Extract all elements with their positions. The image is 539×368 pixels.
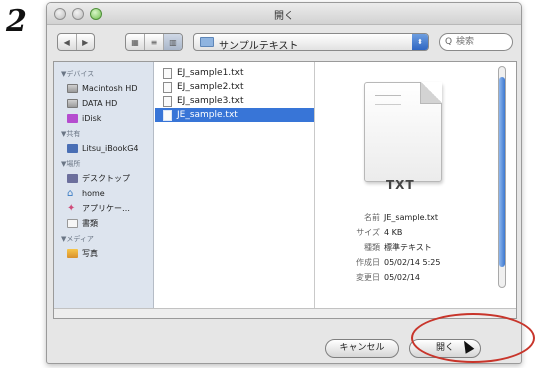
text-file-icon	[163, 109, 172, 121]
info-value: JE_sample.txt	[384, 213, 439, 222]
sidebar-item-data-hd[interactable]: DATA HD	[54, 96, 153, 111]
sidebar-item-home[interactable]: ⌂ home	[54, 186, 153, 201]
info-key: 作成日	[356, 258, 380, 267]
location-popup[interactable]: サンプルテキスト ⬍	[193, 33, 429, 52]
vertical-scrollbar[interactable]	[498, 66, 506, 288]
preview-pane: TXT 名前 JE_sample.txt サイズ 4 KB 種類 標準テキスト 作成日…	[316, 62, 508, 318]
info-key: 変更日	[356, 273, 380, 282]
hard-disk-icon	[67, 99, 78, 108]
hard-disk-icon	[67, 84, 78, 93]
sidebar-item-idisk[interactable]: iDisk	[54, 111, 153, 126]
column-view-button[interactable]: ▥	[164, 34, 182, 50]
folder-icon	[200, 37, 214, 47]
sidebar-item-label: アプリケー…	[82, 204, 130, 213]
sidebar-item-label: デスクトップ	[82, 174, 130, 183]
sidebar-item-photos[interactable]: 写真	[54, 246, 153, 261]
page-fold	[420, 82, 442, 104]
info-row-name: 名前 JE_sample.txt	[328, 212, 486, 223]
sidebar-item-macintosh-hd[interactable]: Macintosh HD	[54, 81, 153, 96]
text-lines	[375, 95, 401, 105]
photos-icon	[67, 249, 78, 258]
info-value: 05/02/14	[384, 273, 420, 282]
info-value: 05/02/14 5:25	[384, 258, 441, 267]
info-key: サイズ	[356, 228, 380, 237]
open-dialog: 開く ◀ ▶ ▦ ≡ ▥ サンプルテキスト ⬍ Q ▼デバイス Macintos…	[46, 2, 522, 364]
sidebar-item-litsu-ibook[interactable]: Litsu_iBookG4	[54, 141, 153, 156]
view-mode-control: ▦ ≡ ▥	[125, 33, 183, 51]
info-key: 種類	[364, 243, 380, 252]
home-icon: ⌂	[67, 188, 74, 199]
documents-icon	[67, 219, 78, 228]
sidebar-item-label: Macintosh HD	[82, 84, 138, 93]
window-title: 開く	[274, 11, 294, 22]
location-label: サンプルテキスト	[219, 41, 299, 52]
scrollbar-thumb[interactable]	[499, 77, 505, 267]
file-row[interactable]: EJ_sample1.txt	[155, 66, 314, 80]
highlight-circle	[411, 313, 535, 363]
sidebar-heading-places[interactable]: ▼場所	[54, 156, 153, 171]
title-bar: 開く	[47, 3, 521, 25]
file-name: JE_sample.txt	[177, 110, 238, 120]
forward-button[interactable]: ▶	[77, 34, 95, 50]
file-name: EJ_sample3.txt	[177, 96, 244, 106]
info-row-modified: 変更日 05/02/14	[328, 272, 486, 283]
info-row-size: サイズ 4 KB	[328, 227, 486, 238]
text-file-icon	[163, 67, 172, 79]
file-row-selected[interactable]: JE_sample.txt	[155, 108, 314, 122]
back-button[interactable]: ◀	[58, 34, 77, 50]
search-input[interactable]	[456, 35, 510, 49]
cancel-button[interactable]: キャンセル	[325, 339, 399, 358]
sidebar-item-label: iDisk	[82, 114, 102, 123]
file-row[interactable]: EJ_sample3.txt	[155, 94, 314, 108]
back-forward-control: ◀ ▶	[57, 33, 95, 51]
step-number: 2	[6, 4, 27, 39]
sidebar-item-desktop[interactable]: デスクトップ	[54, 171, 153, 186]
icon-view-button[interactable]: ▦	[126, 34, 145, 50]
sidebar-heading-media[interactable]: ▼メディア	[54, 231, 153, 246]
sidebar-item-label: Litsu_iBookG4	[82, 144, 139, 153]
sidebar-heading-shared[interactable]: ▼共有	[54, 126, 153, 141]
text-file-icon	[163, 81, 172, 93]
sidebar-heading-devices[interactable]: ▼デバイス	[54, 66, 153, 81]
search-field: Q	[439, 33, 513, 51]
file-name: EJ_sample1.txt	[177, 68, 244, 78]
info-value: 標準テキスト	[384, 243, 432, 252]
sidebar: ▼デバイス Macintosh HD DATA HD iDisk ▼共有 Lit…	[54, 62, 154, 318]
document-preview-icon	[364, 82, 442, 182]
file-info: 名前 JE_sample.txt サイズ 4 KB 種類 標準テキスト 作成日 05/0…	[328, 212, 486, 287]
idisk-icon	[67, 114, 78, 123]
toolbar: ◀ ▶ ▦ ≡ ▥ サンプルテキスト ⬍ Q	[47, 26, 521, 56]
sidebar-item-applications[interactable]: ✦ アプリケー…	[54, 201, 153, 216]
text-file-icon	[163, 95, 172, 107]
popup-arrows-icon: ⬍	[412, 34, 428, 50]
info-row-created: 作成日 05/02/14 5:25	[328, 257, 486, 268]
sidebar-item-label: DATA HD	[82, 99, 118, 108]
file-column: EJ_sample1.txt EJ_sample2.txt EJ_sample3…	[155, 62, 315, 318]
info-value: 4 KB	[384, 228, 403, 237]
info-row-kind: 種類 標準テキスト	[328, 242, 486, 253]
info-key: 名前	[364, 213, 380, 222]
sidebar-item-label: 書類	[82, 219, 98, 228]
sidebar-item-label: 写真	[82, 249, 98, 258]
file-type-label: TXT	[386, 178, 415, 192]
shared-computer-icon	[67, 144, 78, 153]
file-name: EJ_sample2.txt	[177, 82, 244, 92]
sidebar-item-label: home	[82, 189, 105, 198]
file-row[interactable]: EJ_sample2.txt	[155, 80, 314, 94]
applications-icon: ✦	[67, 203, 76, 214]
desktop-icon	[67, 174, 78, 183]
search-icon: Q	[445, 37, 453, 47]
browser-area: ▼デバイス Macintosh HD DATA HD iDisk ▼共有 Lit…	[53, 61, 517, 319]
sidebar-item-documents[interactable]: 書類	[54, 216, 153, 231]
list-view-button[interactable]: ≡	[145, 34, 164, 50]
